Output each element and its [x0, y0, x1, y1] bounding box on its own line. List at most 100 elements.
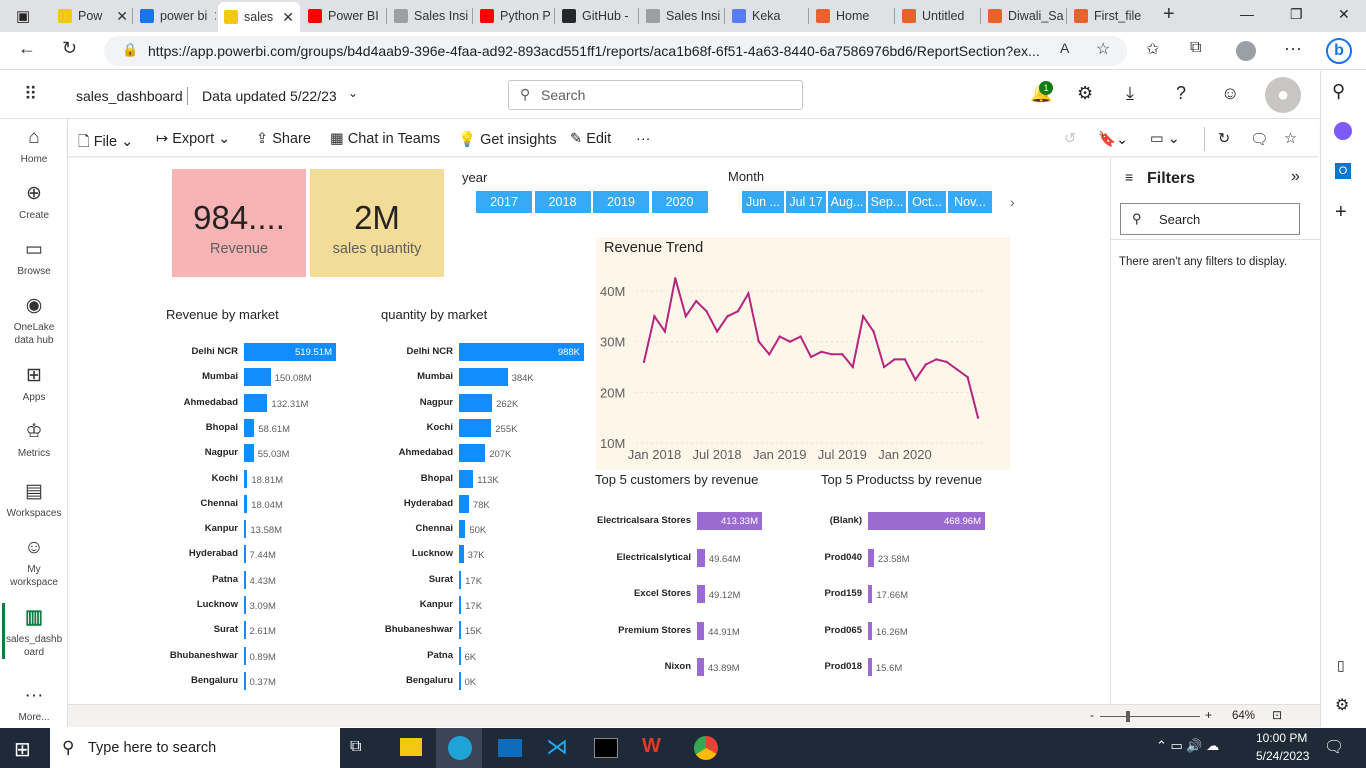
nav-item-browse[interactable]: ▭ Browse — [0, 239, 68, 278]
close-tab-icon[interactable]: ✕ — [213, 8, 216, 25]
revenue-trend-chart[interactable]: Revenue Trend 40M 30M 20M 10MJan 2018 Jul 201… — [596, 237, 1010, 470]
bar[interactable] — [459, 393, 493, 412]
search-input[interactable]: ⚲ Search — [508, 80, 803, 110]
nav-item-metrics[interactable]: ♔ Metrics — [0, 421, 68, 460]
add-favorite-icon[interactable]: ☆ — [1096, 39, 1110, 59]
chat-in-teams-button[interactable]: ▦ Chat in Teams — [330, 131, 440, 147]
browser-tab[interactable]: sales ✕ — [218, 2, 300, 32]
nav-item-apps[interactable]: ⊞ Apps — [0, 365, 68, 404]
wps-icon[interactable]: W — [642, 735, 661, 758]
favorites-icon[interactable]: ✩ — [1146, 39, 1159, 59]
tray-icons[interactable]: ⌃ ▭ 🔊 ☁ — [1156, 738, 1219, 754]
bookmark-icon[interactable]: 🔖⌄ — [1098, 131, 1128, 148]
month-slicer-button[interactable]: Sep... — [868, 191, 906, 213]
bar[interactable] — [697, 658, 704, 676]
bar[interactable] — [244, 646, 246, 665]
bar[interactable] — [697, 621, 705, 640]
collapse-filters-icon[interactable]: » — [1291, 168, 1300, 186]
minimize-icon[interactable]: — — [1240, 6, 1254, 22]
slicer-next-icon[interactable]: › — [1010, 194, 1015, 210]
bar[interactable] — [244, 469, 248, 488]
gear-icon[interactable]: ⚙ — [1077, 83, 1093, 104]
month-slicer-button[interactable]: Jul 17 — [786, 191, 826, 213]
browser-tab[interactable]: Sales Insi — [640, 4, 724, 28]
bar[interactable] — [244, 444, 254, 463]
bar[interactable] — [459, 545, 464, 564]
bar[interactable] — [459, 494, 469, 513]
more-options-button[interactable]: ··· — [636, 131, 651, 147]
bar[interactable] — [459, 570, 462, 589]
bar[interactable] — [244, 520, 247, 539]
year-slicer-button[interactable]: 2017 — [476, 191, 532, 213]
comment-icon[interactable]: 🗨 — [1250, 131, 1268, 148]
edge-add-icon[interactable]: + — [1335, 201, 1347, 224]
month-slicer-button[interactable]: Nov... — [948, 191, 992, 213]
bar[interactable] — [244, 545, 246, 564]
bar[interactable] — [459, 646, 461, 665]
edit-button[interactable]: ✎ Edit — [570, 131, 611, 147]
nav-item-sales-dashb-oard[interactable]: ▥ sales_dashb oard — [0, 607, 68, 659]
year-slicer-button[interactable]: 2020 — [651, 191, 708, 213]
back-icon[interactable]: ← — [18, 38, 36, 59]
bar[interactable] — [459, 368, 508, 387]
settings-more-icon[interactable]: ··· — [1284, 38, 1302, 59]
view-icon[interactable]: ▭ ⌄ — [1150, 131, 1180, 147]
download-icon[interactable]: ⤓ — [1126, 83, 1134, 104]
bar[interactable] — [868, 621, 873, 640]
browser-tab[interactable]: Untitled — [896, 4, 980, 28]
copilot-icon[interactable] — [1334, 122, 1352, 140]
bar[interactable] — [244, 368, 271, 387]
user-avatar[interactable]: ● — [1265, 77, 1301, 113]
collections-icon[interactable]: ⧉ — [1190, 39, 1201, 57]
app-launcher-icon[interactable]: ⠿ — [24, 84, 37, 105]
bar[interactable] — [868, 548, 874, 567]
notifications-icon[interactable]: 🗨 — [1324, 737, 1344, 757]
task-view-icon[interactable]: ⧉ — [350, 738, 361, 756]
bar[interactable] — [244, 671, 246, 690]
edge-split-icon[interactable]: ▯ — [1337, 657, 1345, 674]
help-icon[interactable]: ? — [1176, 83, 1186, 104]
bar[interactable] — [459, 469, 474, 488]
bar[interactable] — [459, 671, 461, 690]
browser-tab[interactable]: Power BI — [302, 4, 386, 28]
chrome-icon[interactable] — [694, 736, 718, 760]
browser-tab[interactable]: First_file — [1068, 4, 1152, 28]
file-explorer-icon[interactable] — [400, 738, 422, 756]
reset-icon[interactable]: ↺ — [1064, 131, 1076, 147]
nav-item-more-[interactable]: ··· More... — [0, 685, 68, 724]
revenue-card[interactable]: 984.... Revenue — [172, 169, 306, 277]
bar[interactable] — [244, 393, 268, 412]
bar[interactable] — [697, 548, 705, 567]
bar[interactable] — [244, 621, 246, 640]
export-menu[interactable]: ↦ Export ⌄ — [156, 131, 230, 147]
browser-tab[interactable]: Sales Insi — [388, 4, 472, 28]
edge-browser-icon[interactable] — [448, 736, 472, 760]
refresh-visuals-icon[interactable]: ↻ — [1218, 131, 1230, 147]
year-slicer-button[interactable]: 2019 — [593, 191, 649, 213]
bar[interactable] — [459, 596, 462, 614]
profile-avatar[interactable] — [1236, 41, 1256, 61]
feedback-icon[interactable]: ☺ — [1221, 83, 1239, 104]
browser-tab[interactable]: Home — [810, 4, 894, 28]
browser-tab[interactable]: power bi ✕ — [134, 4, 216, 28]
sales-quantity-card[interactable]: 2M sales quantity — [310, 169, 444, 277]
zoom-in-icon[interactable]: + — [1205, 708, 1212, 722]
browser-tab[interactable]: GitHub - — [556, 4, 638, 28]
bar[interactable] — [459, 621, 461, 640]
browser-tab[interactable]: Pow ✕ — [52, 4, 134, 28]
edge-search-icon[interactable]: ⚲ — [1332, 81, 1345, 102]
bar[interactable] — [244, 570, 246, 589]
fit-page-icon[interactable]: ⊡ — [1272, 708, 1282, 722]
bar[interactable] — [244, 596, 246, 614]
bar[interactable] — [459, 444, 486, 463]
maximize-icon[interactable]: ❐ — [1290, 6, 1303, 23]
taskbar-search[interactable]: ⚲ Type here to search — [50, 728, 340, 768]
month-slicer-button[interactable]: Aug... — [828, 191, 866, 213]
close-tab-icon[interactable]: ✕ — [282, 9, 294, 26]
bing-icon[interactable]: b — [1326, 38, 1352, 64]
filters-search-input[interactable]: ⚲ Search — [1120, 203, 1300, 235]
favorite-star-icon[interactable]: ☆ — [1284, 131, 1297, 147]
bar[interactable] — [244, 494, 248, 513]
nav-item-my-workspace[interactable]: ☺ My workspace — [0, 537, 68, 589]
new-tab-icon[interactable]: + — [1163, 3, 1175, 26]
